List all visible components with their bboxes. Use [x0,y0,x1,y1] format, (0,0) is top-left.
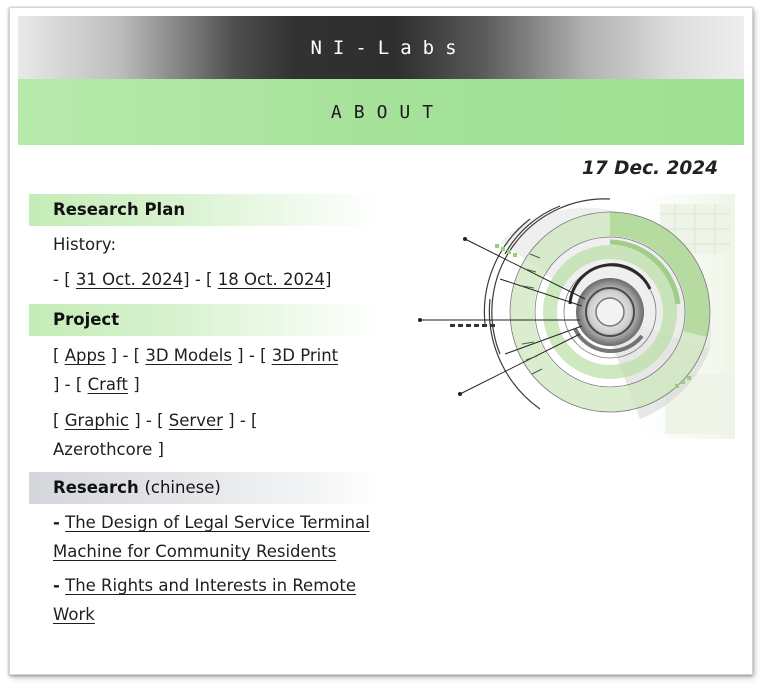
history-link-1[interactable]: 31 Oct. 2024 [76,270,183,289]
project-heading: Project [29,304,379,336]
project-links-a: [ Apps ] - [ 3D Models ] - [ 3D Print] -… [53,346,339,394]
page-card: NI-Labs ABOUT 17 Dec. 2024 Research Plan… [9,7,753,675]
section-title: ABOUT [330,101,446,123]
research-heading-text: Research [53,478,139,497]
research-paper-link-1[interactable]: The Design of Legal Service Terminal Mac… [53,513,370,561]
site-title[interactable]: NI-Labs [310,37,467,59]
project-links-b: [ Graphic ] - [ Server ] - [Azerothcore … [53,411,258,459]
research-plan-heading: Research Plan [29,194,379,226]
history-link-2[interactable]: 18 Oct. 2024 [218,270,325,289]
project-link-3d-print[interactable]: 3D Print [272,346,338,365]
left-column: Research Plan History: - [ 31 Oct. 2024]… [29,194,379,629]
research-paper-link-2[interactable]: The Rights and Interests in Remote Work [53,576,356,624]
research-paper-2: - The Rights and Interests in Remote Wor… [53,576,356,624]
research-heading: Research (chinese) [29,472,379,504]
project-link-apps[interactable]: Apps [65,346,106,365]
research-heading-note: (chinese) [144,478,221,497]
research-paper-1: - The Design of Legal Service Terminal M… [53,513,370,561]
project-link-3d-models[interactable]: 3D Models [145,346,232,365]
site-header: NI-Labs [18,16,744,79]
project-link-azerothcore[interactable]: Azerothcore [53,440,152,459]
history-links: - [ 31 Oct. 2024] - [ 18 Oct. 2024] [53,270,332,289]
page-date: 17 Dec. 2024 [581,158,718,179]
project-link-craft[interactable]: Craft [88,375,128,394]
project-link-server[interactable]: Server [169,411,223,430]
project-link-graphic[interactable]: Graphic [65,411,129,430]
history-label: History: [53,235,117,254]
tech-circle-graphic-icon [418,194,735,439]
section-header: ABOUT [18,79,744,145]
